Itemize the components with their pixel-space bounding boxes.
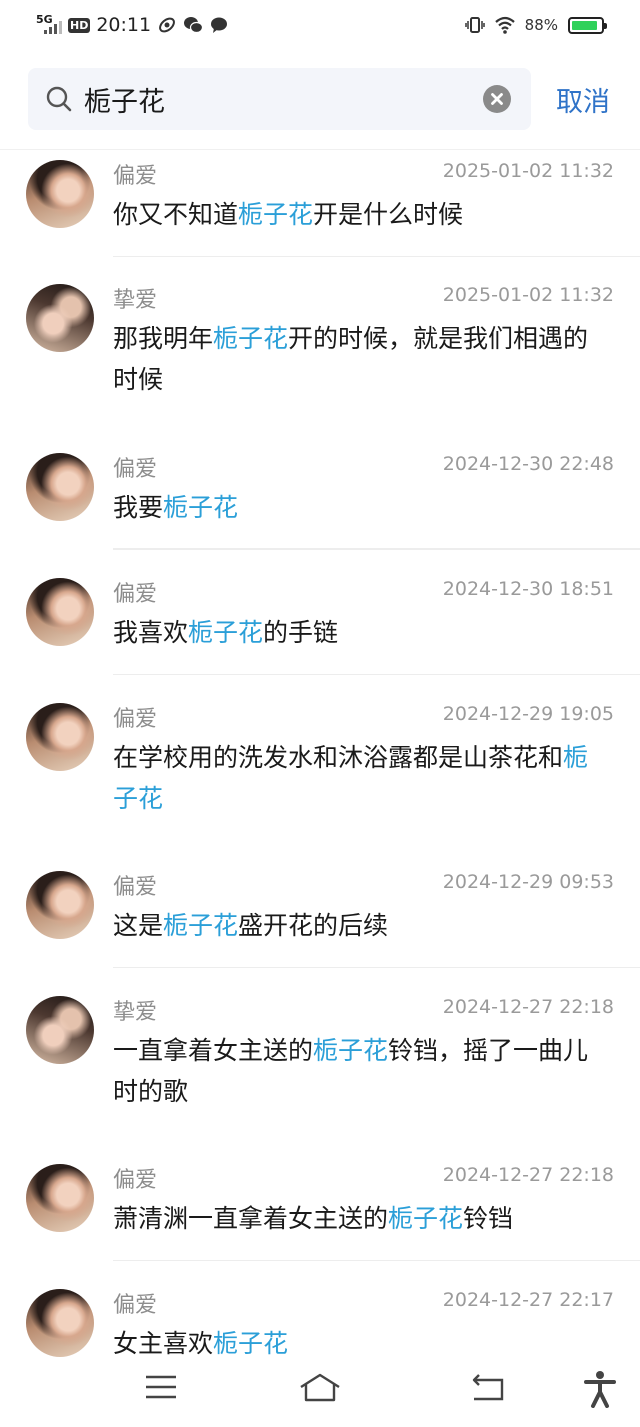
wifi-icon [494, 16, 515, 34]
header-divider [0, 149, 640, 150]
keyword-highlight: 栀子花 [313, 1036, 389, 1065]
battery-icon [568, 16, 607, 34]
sender-name: 偏爱 [113, 582, 158, 607]
close-icon [491, 93, 503, 105]
message-text: 我喜欢栀子花的手链 [113, 612, 613, 653]
accessibility-icon[interactable] [583, 1370, 617, 1408]
keyword-highlight: 栀子花 [163, 493, 239, 522]
message-text: 萧清渊一直拿着女主送的栀子花铃铛 [113, 1198, 613, 1239]
sender-name: 挚爱 [113, 288, 158, 313]
row-divider [113, 549, 640, 550]
message-text-segment: 开是什么时候 [313, 200, 464, 229]
message-timestamp: 2024-12-27 22:18 [442, 996, 614, 1018]
message-text-segment: 一直拿着女主送的 [113, 1036, 314, 1065]
keyword-highlight: 栀子花 [388, 1204, 464, 1233]
clear-search-button[interactable] [483, 85, 511, 113]
message-text-segment: 的手链 [263, 618, 339, 647]
message-timestamp: 2024-12-27 22:17 [442, 1289, 614, 1311]
message-text: 那我明年栀子花开的时候，就是我们相遇的时候 [113, 318, 613, 400]
avatar[interactable] [26, 1164, 94, 1232]
status-time: 20:11 [96, 14, 152, 36]
message-text: 在学校用的洗发水和沐浴露都是山茶花和栀子花 [113, 737, 613, 819]
message-text-segment: 铃铛 [463, 1204, 514, 1233]
search-icon [46, 86, 72, 112]
cellular-signal-icon: 5G [36, 14, 62, 36]
message-text-segment: 我要 [113, 493, 164, 522]
message-text-segment: 在学校用的洗发水和沐浴露都是山茶花和 [113, 743, 564, 772]
app-notification-icon [159, 17, 176, 33]
message-timestamp: 2025-01-02 11:32 [442, 284, 614, 306]
avatar[interactable] [26, 284, 94, 352]
row-divider [113, 1260, 640, 1261]
keyword-highlight: 栀子花 [213, 324, 289, 353]
message-timestamp: 2024-12-30 18:51 [442, 578, 614, 600]
message-text-segment: 我喜欢 [113, 618, 189, 647]
message-text-segment: 盛开花的后续 [238, 911, 389, 940]
row-divider [113, 674, 640, 675]
message-timestamp: 2024-12-27 22:18 [442, 1164, 614, 1186]
status-bar: 5G HD 20:11 88% [0, 0, 640, 50]
avatar[interactable] [26, 453, 94, 521]
avatar[interactable] [26, 871, 94, 939]
message-timestamp: 2024-12-29 19:05 [442, 703, 614, 725]
sender-name: 偏爱 [113, 1293, 158, 1318]
cancel-button[interactable]: 取消 [556, 80, 610, 119]
row-divider [113, 967, 640, 968]
message-text-segment: 女主喜欢 [113, 1329, 214, 1358]
avatar[interactable] [26, 703, 94, 771]
wechat-icon [184, 17, 204, 34]
sender-name: 偏爱 [113, 164, 158, 189]
sender-name: 偏爱 [113, 707, 158, 732]
message-text: 这是栀子花盛开花的后续 [113, 905, 613, 946]
message-text: 你又不知道栀子花开是什么时候 [113, 194, 613, 235]
message-text-segment: 这是 [113, 911, 164, 940]
sender-name: 偏爱 [113, 875, 158, 900]
home-icon[interactable] [298, 1370, 342, 1406]
menu-icon[interactable] [144, 1370, 178, 1404]
keyword-highlight: 栀子花 [213, 1329, 289, 1358]
avatar[interactable] [26, 996, 94, 1064]
back-icon[interactable] [471, 1370, 505, 1404]
search-box [28, 68, 531, 130]
keyword-highlight: 栀子花 [163, 911, 239, 940]
row-divider [113, 256, 640, 257]
avatar[interactable] [26, 578, 94, 646]
message-text: 一直拿着女主送的栀子花铃铛，摇了一曲儿时的歌 [113, 1030, 613, 1112]
battery-percent: 88% [524, 16, 558, 34]
message-text: 女主喜欢栀子花 [113, 1323, 613, 1364]
keyword-highlight: 栀子花 [188, 618, 264, 647]
navigation-bar [0, 1360, 640, 1427]
sender-name: 偏爱 [113, 1168, 158, 1193]
keyword-highlight: 栀子花 [238, 200, 314, 229]
avatar[interactable] [26, 1289, 94, 1357]
message-timestamp: 2024-12-30 22:48 [442, 453, 614, 475]
message-text-segment: 萧清渊一直拿着女主送的 [113, 1204, 389, 1233]
search-row: 取消 [0, 60, 640, 140]
message-text-segment: 你又不知道 [113, 200, 239, 229]
vibrate-icon [464, 17, 485, 33]
avatar[interactable] [26, 160, 94, 228]
sender-name: 挚爱 [113, 1000, 158, 1025]
message-icon [211, 17, 228, 33]
message-timestamp: 2025-01-02 11:32 [442, 160, 614, 182]
message-text-segment: 那我明年 [113, 324, 214, 353]
hd-icon: HD [68, 17, 91, 33]
search-input[interactable] [84, 78, 474, 120]
sender-name: 偏爱 [113, 457, 158, 482]
message-timestamp: 2024-12-29 09:53 [442, 871, 614, 893]
message-text: 我要栀子花 [113, 487, 613, 528]
